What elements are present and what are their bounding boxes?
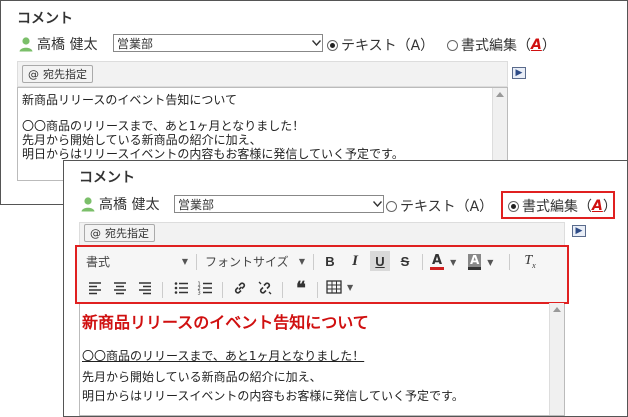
at-icon: @ xyxy=(90,226,101,240)
radio-unselected[interactable] xyxy=(447,39,458,51)
user-name: 高橋 健太 xyxy=(99,197,160,213)
editor-heading: 新商品リリースのイベント告知について xyxy=(82,313,369,332)
editor-line: 明日からはリリースイベントの内容もお客様に発信していく予定です。 xyxy=(82,389,464,403)
toolbar-divider xyxy=(313,254,314,270)
address-button-label: 宛先指定 xyxy=(43,68,87,81)
address-button[interactable]: @ 宛先指定 xyxy=(84,224,155,242)
user-info: 高橋 健太 xyxy=(80,194,159,214)
radio-selected[interactable] xyxy=(508,200,519,212)
quote-icon[interactable]: ❝ xyxy=(291,278,311,298)
department-select[interactable]: 営業部 xyxy=(174,195,384,213)
department-value: 営業部 xyxy=(178,197,215,212)
align-right-icon[interactable] xyxy=(137,280,153,296)
font-color-icon[interactable]: A ▼ xyxy=(430,252,462,272)
svg-text:3: 3 xyxy=(198,291,201,297)
table-icon[interactable]: ▼ xyxy=(326,280,353,294)
align-left-icon[interactable] xyxy=(87,280,103,296)
font-size-dropdown[interactable]: フォントサイズ ▼ xyxy=(205,253,305,270)
link-icon[interactable] xyxy=(232,280,248,296)
chevron-down-icon xyxy=(371,201,383,207)
rich-toolbar: 書式 ▼ フォントサイズ ▼ B I U S A ▼ A ▼ Tx 1 2 3 … xyxy=(75,245,569,304)
mode-text-radio[interactable]: テキスト（A） xyxy=(327,35,434,55)
font-size-label: フォントサイズ xyxy=(205,255,289,269)
italic-icon[interactable]: I xyxy=(345,251,365,271)
editor-line: 先月から開始している新商品の紹介に加え、 xyxy=(22,133,262,147)
scroll-up-icon[interactable] xyxy=(496,92,504,97)
department-select[interactable]: 営業部 xyxy=(113,34,323,52)
address-button-label: 宛先指定 xyxy=(105,227,149,240)
user-icon xyxy=(81,197,95,212)
mode-rich-close: ） xyxy=(541,38,556,54)
scroll-up-icon[interactable] xyxy=(553,307,561,312)
format-dropdown[interactable]: 書式 ▼ xyxy=(86,253,188,270)
editor-line: 〇〇商品のリリースまで、あと1ヶ月となりました！ xyxy=(22,119,305,133)
user-info: 高橋 健太 xyxy=(18,34,97,54)
background-color-icon[interactable]: A ▼ xyxy=(468,252,500,272)
toolbar-divider xyxy=(162,282,163,298)
comment-panel-rich-mode: コメント 高橋 健太 営業部 テキスト（A） 書式編集（ A） @ 宛先指定 ▶ … xyxy=(63,160,628,417)
mode-text-label: テキスト（A） xyxy=(400,199,494,215)
mode-rich-a: A xyxy=(592,198,603,214)
strikethrough-icon[interactable]: S xyxy=(395,251,415,271)
mode-rich-radio[interactable]: 書式編集（ A） xyxy=(508,196,617,216)
chevron-down-icon: ▼ xyxy=(298,257,305,266)
radio-selected[interactable] xyxy=(327,39,338,51)
mode-rich-label: 書式編集（ xyxy=(461,38,531,54)
mode-text-radio[interactable]: テキスト（A） xyxy=(386,196,493,216)
toolbar-divider xyxy=(509,254,510,270)
chevron-down-icon xyxy=(310,40,322,46)
editor-line: 新商品リリースのイベント告知について xyxy=(22,93,238,107)
toolbar-divider xyxy=(282,282,283,298)
underline-icon[interactable]: U xyxy=(370,251,390,271)
expand-icon[interactable]: ▶ xyxy=(512,67,526,79)
chevron-down-icon: ▼ xyxy=(181,257,188,266)
at-icon: @ xyxy=(28,67,39,81)
editor-line: 先月から開始している新商品の紹介に加え、 xyxy=(82,370,322,384)
comment-editor[interactable]: 新商品リリースのイベント告知について 〇〇商品のリリースまで、あと1ヶ月となりま… xyxy=(79,303,565,416)
mode-rich-a: A xyxy=(531,37,542,53)
toolbar-divider xyxy=(422,254,423,270)
toolbar-divider xyxy=(196,254,197,270)
toolbar-divider xyxy=(317,282,318,298)
numbered-list-icon[interactable]: 1 2 3 xyxy=(197,280,213,296)
align-center-icon[interactable] xyxy=(112,280,128,296)
toolbar-divider xyxy=(222,282,223,298)
editor-underlined-line: 〇〇商品のリリースまで、あと1ヶ月となりました！ xyxy=(82,349,365,363)
user-icon xyxy=(19,37,33,52)
mode-rich-label: 書式編集（ xyxy=(522,199,592,215)
unlink-icon[interactable] xyxy=(257,280,273,296)
comment-title: コメント xyxy=(17,11,73,27)
comment-title: コメント xyxy=(79,170,135,186)
bold-icon[interactable]: B xyxy=(320,251,340,271)
mode-rich-radio[interactable]: 書式編集（ A） xyxy=(447,35,556,55)
expand-icon[interactable]: ▶ xyxy=(572,225,586,237)
user-name: 高橋 健太 xyxy=(37,37,98,53)
clear-format-icon[interactable]: Tx xyxy=(520,251,540,271)
format-label: 書式 xyxy=(86,255,111,269)
address-button[interactable]: @ 宛先指定 xyxy=(22,65,93,83)
mode-text-label: テキスト（A） xyxy=(341,38,435,54)
editor-scrollbar[interactable] xyxy=(549,303,564,415)
bulleted-list-icon[interactable] xyxy=(173,280,189,296)
mode-rich-close: ） xyxy=(602,199,617,215)
radio-unselected[interactable] xyxy=(386,200,397,212)
department-value: 営業部 xyxy=(117,36,154,51)
